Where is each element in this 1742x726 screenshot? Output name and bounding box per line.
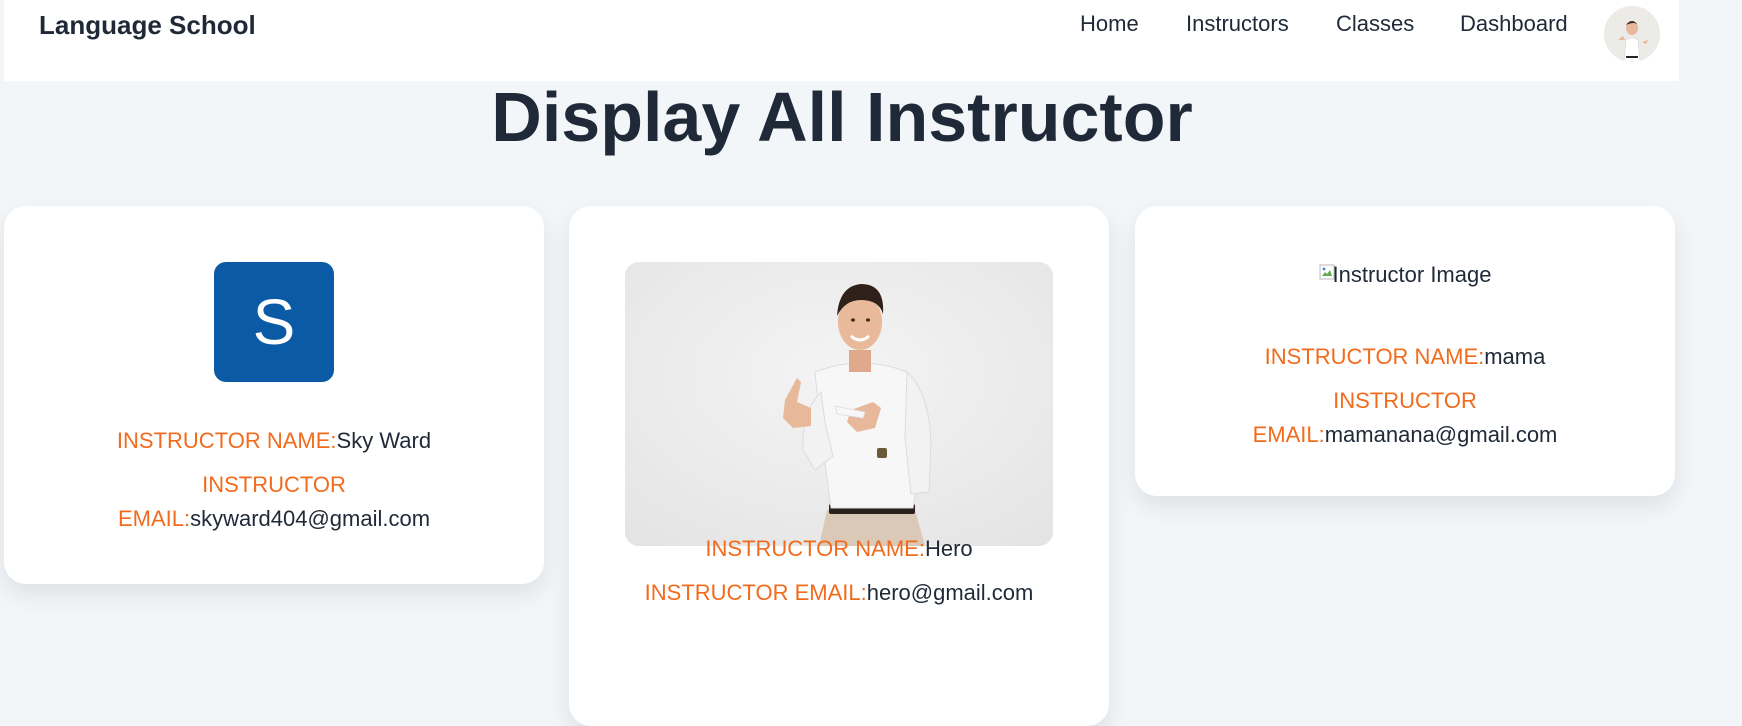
instructor-card: Instructor Image INSTRUCTOR NAME:mama IN… — [1135, 206, 1675, 496]
instructor-email-label-part1: INSTRUCTOR — [1333, 388, 1477, 413]
user-avatar[interactable] — [1604, 6, 1660, 62]
instructor-name-value: Sky Ward — [336, 428, 432, 453]
instructor-photo — [625, 262, 1053, 546]
instructor-info: INSTRUCTOR NAME:mama INSTRUCTOR EMAIL:ma… — [1135, 340, 1675, 452]
instructor-email-row: EMAIL:mamanana@gmail.com — [1135, 418, 1675, 452]
instructor-email-value: hero@gmail.com — [866, 580, 1034, 605]
nav-link-classes[interactable]: Classes — [1336, 11, 1414, 37]
instructor-name-label: INSTRUCTOR NAME: — [705, 536, 925, 561]
instructor-email-label-part2: EMAIL: — [117, 506, 191, 531]
instructor-name-row: INSTRUCTOR NAME:Hero — [569, 532, 1109, 566]
instructor-card: INSTRUCTOR NAME:Hero INSTRUCTOR EMAIL:he… — [569, 206, 1109, 726]
instructor-email-label: INSTRUCTOR EMAIL: — [644, 580, 867, 605]
instructor-email-label-part2: EMAIL: — [1252, 422, 1325, 447]
instructor-email-value: mamanana@gmail.com — [1324, 422, 1558, 447]
page-title: Display All Instructor — [491, 78, 1193, 156]
instructor-image-alt-text: Instructor Image — [1332, 262, 1492, 287]
nav-link-instructors[interactable]: Instructors — [1186, 11, 1289, 37]
nav-links: Home Instructors Classes Dashboard — [4, 11, 1679, 41]
nav-link-home[interactable]: Home — [1080, 11, 1139, 37]
instructor-photo-image — [625, 262, 1053, 546]
nav-link-dashboard[interactable]: Dashboard — [1460, 11, 1568, 37]
instructor-email-row: EMAIL:skyward404@gmail.com — [4, 502, 544, 536]
instructor-name-label: INSTRUCTOR NAME: — [116, 428, 337, 453]
instructor-name-value: Hero — [924, 536, 973, 561]
instructor-info: INSTRUCTOR NAME:Hero INSTRUCTOR EMAIL:he… — [569, 532, 1109, 610]
instructor-name-row: INSTRUCTOR NAME:mama — [1135, 340, 1675, 374]
instructor-name-value: mama — [1484, 344, 1546, 369]
instructor-email-value: skyward404@gmail.com — [190, 506, 431, 531]
instructor-name-row: INSTRUCTOR NAME:Sky Ward — [4, 424, 544, 458]
instructor-email-label-line1: INSTRUCTOR — [4, 468, 544, 502]
instructor-name-label: INSTRUCTOR NAME: — [1264, 344, 1485, 369]
instructor-image-broken: Instructor Image — [1135, 262, 1675, 288]
user-avatar-image — [1604, 6, 1660, 62]
instructor-card: S INSTRUCTOR NAME:Sky Ward INSTRUCTOR EM… — [4, 206, 544, 584]
navbar: Language School Home Instructors Classes… — [4, 0, 1679, 81]
instructor-initial-avatar: S — [214, 262, 334, 382]
instructor-email-label-part1: INSTRUCTOR — [202, 472, 346, 497]
instructor-info: INSTRUCTOR NAME:Sky Ward INSTRUCTOR EMAI… — [4, 424, 544, 536]
instructor-email-label-line1: INSTRUCTOR — [1135, 384, 1675, 418]
instructor-email-row: INSTRUCTOR EMAIL:hero@gmail.com — [569, 576, 1109, 610]
